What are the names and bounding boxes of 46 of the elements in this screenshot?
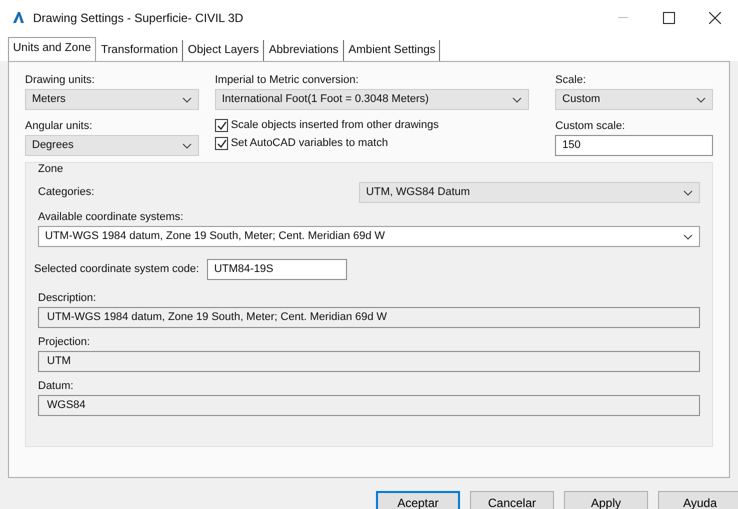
field-label: Angular units:	[25, 120, 94, 133]
readonly-field: WGS84	[38, 395, 700, 416]
checkbox[interactable]	[214, 118, 228, 132]
dropdown-caret-icon	[696, 96, 706, 102]
field-label: Categories:	[38, 185, 96, 200]
window-title: Drawing Settings - Superficie- CIVIL 3D	[33, 10, 244, 26]
readonly-field: UTM	[38, 351, 700, 372]
dialog-button[interactable]: Cancelar	[470, 491, 554, 509]
field-label: Projection:	[38, 336, 91, 349]
checkbox[interactable]	[214, 136, 228, 150]
field-label: Imperial to Metric conversion:	[214, 74, 360, 87]
dropdown-value: International Foot(1 Foot = 0.3048 Meters)	[222, 92, 429, 108]
dropdown[interactable]: Meters	[25, 89, 199, 110]
dropdown-value: Custom	[562, 92, 600, 108]
dropdown[interactable]: UTM, WGS84 Datum	[359, 182, 700, 203]
dropdown-caret-icon	[182, 96, 192, 102]
dropdown-caret-icon	[683, 234, 693, 240]
minimize-icon	[618, 16, 628, 18]
dropdown[interactable]: Custom	[555, 89, 713, 110]
maximize-icon	[663, 12, 675, 24]
dropdown[interactable]: International Foot(1 Foot = 0.3048 Meters)	[214, 89, 530, 110]
group-title: Zone	[38, 163, 64, 176]
dropdown-value: UTM, WGS84 Datum	[366, 185, 470, 200]
checkbox-label: Set AutoCAD variables to match	[230, 136, 388, 151]
dropdown-value: UTM-WGS 1984 datum, Zone 19 South, Meter; Cent. Meridian 69d W	[45, 229, 385, 244]
dropdown[interactable]: UTM-WGS 1984 datum, Zone 19 South, Meter; Cent. Meridian 69d W	[38, 226, 700, 247]
text-field[interactable]: 150	[555, 135, 713, 156]
readonly-field: UTM-WGS 1984 datum, Zone 19 South, Meter; Cent. Meridian 69d W	[38, 307, 700, 328]
field-label: Available coordinate systems:	[38, 211, 184, 224]
field-label: Custom scale:	[555, 120, 626, 133]
close-icon	[709, 12, 721, 24]
dropdown-caret-icon	[683, 190, 693, 196]
dropdown-value: Degrees	[32, 138, 74, 154]
field-label: Datum:	[38, 380, 74, 393]
field-label: Description:	[38, 292, 98, 305]
field-label: Drawing units:	[25, 74, 96, 87]
tab[interactable]: Units and Zone	[8, 37, 96, 61]
app-logo-icon	[12, 11, 25, 24]
field-label: Scale:	[555, 74, 587, 87]
dropdown[interactable]: Degrees	[25, 135, 199, 156]
dropdown-caret-icon	[182, 142, 192, 148]
field-label: Selected coordinate system code:	[34, 262, 200, 278]
text-field[interactable]: UTM84-19S	[207, 259, 348, 280]
dropdown-value: Meters	[32, 92, 66, 108]
dropdown-caret-icon	[512, 96, 522, 102]
checkbox-label: Scale objects inserted from other drawings	[230, 118, 439, 133]
